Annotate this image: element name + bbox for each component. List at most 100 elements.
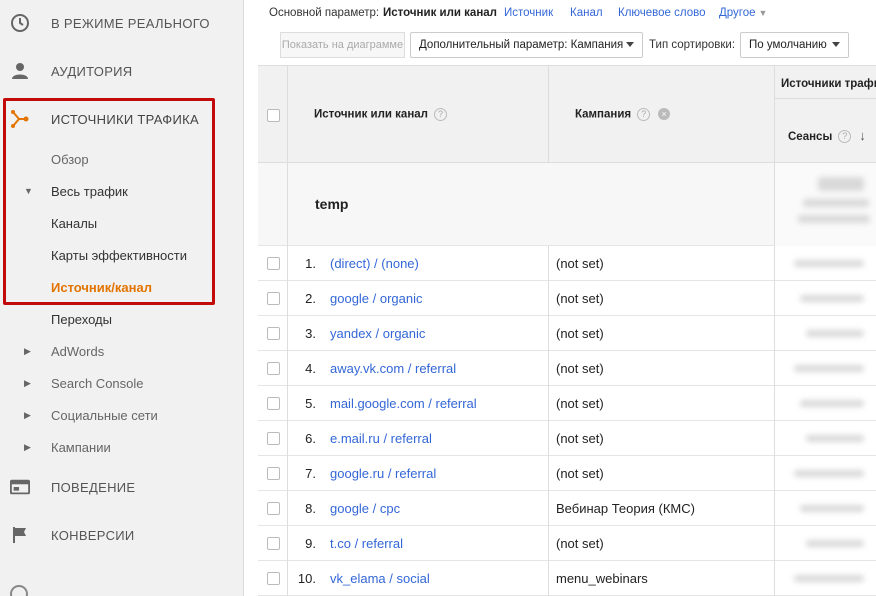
blurred-value xyxy=(806,330,864,337)
sidebar-item-search-console[interactable]: ▶ Search Console xyxy=(0,368,244,398)
table-row: 1. (direct) / (none) (not set) xyxy=(258,246,876,281)
column-header-sessions[interactable]: Сеансы? ↓ xyxy=(788,128,866,144)
source-medium-link[interactable]: mail.google.com / referral xyxy=(330,396,477,411)
row-number: 5. xyxy=(305,396,316,411)
clock-icon xyxy=(10,13,30,33)
row-checkbox[interactable] xyxy=(267,467,280,480)
select-all-checkbox[interactable] xyxy=(267,109,280,122)
nav-conversions[interactable]: КОНВЕРСИИ xyxy=(0,515,244,555)
triangle-right-icon: ▶ xyxy=(24,409,31,420)
partial-icon xyxy=(10,585,28,596)
help-icon[interactable]: ? xyxy=(637,108,651,121)
divider xyxy=(287,66,288,164)
row-checkbox[interactable] xyxy=(267,362,280,375)
help-icon[interactable]: ? xyxy=(433,108,447,121)
show-on-chart-button[interactable]: Показать на диаграмме xyxy=(280,32,405,58)
table-row: 6. e.mail.ru / referral (not set) xyxy=(258,421,876,456)
row-number: 4. xyxy=(305,361,316,376)
row-checkbox[interactable] xyxy=(267,502,280,515)
campaign-value: (not set) xyxy=(556,396,604,411)
campaign-value: Вебинар Теория (КМС) xyxy=(556,501,695,516)
sidebar-item-adwords[interactable]: ▶ AdWords xyxy=(0,336,244,366)
dimension-link-keyword[interactable]: Ключевое слово xyxy=(618,7,706,19)
triangle-right-icon: ▶ xyxy=(24,441,31,452)
sidebar-item-label: Социальные сети xyxy=(51,407,158,423)
source-medium-link[interactable]: yandex / organic xyxy=(330,326,425,341)
source-medium-link[interactable]: e.mail.ru / referral xyxy=(330,431,432,446)
nav-realtime[interactable]: В РЕЖИМЕ РЕАЛЬНОГО xyxy=(0,3,244,43)
row-number: 6. xyxy=(305,431,316,446)
divider xyxy=(548,66,549,164)
caret-down-icon xyxy=(832,42,840,47)
blurred-value xyxy=(803,199,869,207)
column-header-campaign[interactable]: Кампания? × xyxy=(575,108,671,121)
source-medium-link[interactable]: (direct) / (none) xyxy=(330,256,419,271)
column-header-source[interactable]: Источник или канал? xyxy=(314,108,447,121)
blurred-value xyxy=(806,435,864,442)
source-medium-link[interactable]: google.ru / referral xyxy=(330,466,436,481)
divider xyxy=(775,98,876,99)
column-header-campaign-label: Кампания xyxy=(575,108,632,121)
triangle-right-icon: ▶ xyxy=(24,345,31,356)
column-header-source-label: Источник или канал xyxy=(314,108,428,121)
table-row: 3. yandex / organic (not set) xyxy=(258,316,876,351)
source-medium-link[interactable]: away.vk.com / referral xyxy=(330,361,456,376)
dimension-link-source[interactable]: Источник xyxy=(504,7,553,19)
behavior-icon xyxy=(10,477,30,497)
row-number: 9. xyxy=(305,536,316,551)
table-row: 8. google / cpc Вебинар Теория (КМС) xyxy=(258,491,876,526)
source-medium-link[interactable]: t.co / referral xyxy=(330,536,403,551)
campaign-value: (not set) xyxy=(556,536,604,551)
blurred-value xyxy=(794,575,864,582)
nav-audience[interactable]: АУДИТОРИЯ xyxy=(0,51,244,91)
sidebar-item-campaigns[interactable]: ▶ Кампании xyxy=(0,432,244,462)
source-medium-link[interactable]: google / organic xyxy=(330,291,423,306)
nav-audience-label: АУДИТОРИЯ xyxy=(51,63,133,79)
table-row: 7. google.ru / referral (not set) xyxy=(258,456,876,491)
campaign-value: (not set) xyxy=(556,256,604,271)
flag-icon xyxy=(10,525,30,545)
nav-conversions-label: КОНВЕРСИИ xyxy=(51,527,135,543)
divider xyxy=(548,246,549,596)
campaign-value: (not set) xyxy=(556,361,604,376)
row-checkbox[interactable] xyxy=(267,537,280,550)
table-header: Источник или канал? Кампания? × Источники… xyxy=(258,65,876,164)
sort-type-dropdown[interactable]: По умолчанию xyxy=(740,32,849,58)
row-checkbox[interactable] xyxy=(267,292,280,305)
table-row: 4. away.vk.com / referral (not set) xyxy=(258,351,876,386)
sidebar-item-referrals[interactable]: Переходы xyxy=(0,304,244,334)
row-checkbox[interactable] xyxy=(267,432,280,445)
remove-dimension-icon[interactable]: × xyxy=(658,108,671,120)
source-medium-link[interactable]: vk_elama / social xyxy=(330,571,430,586)
nav-behavior[interactable]: ПОВЕДЕНИЕ xyxy=(0,467,244,507)
dimension-link-medium[interactable]: Канал xyxy=(570,7,603,19)
table-row: 5. mail.google.com / referral (not set) xyxy=(258,386,876,421)
campaign-value: (not set) xyxy=(556,291,604,306)
secondary-dimension-dropdown[interactable]: Дополнительный параметр: Кампания xyxy=(410,32,643,58)
sort-type-value: По умолчанию xyxy=(749,39,827,51)
table-row: 2. google / organic (not set) xyxy=(258,281,876,316)
sidebar-item-social[interactable]: ▶ Социальные сети xyxy=(0,400,244,430)
row-checkbox[interactable] xyxy=(267,257,280,270)
row-number: 3. xyxy=(305,326,316,341)
source-medium-link[interactable]: google / cpc xyxy=(330,501,400,516)
blurred-value xyxy=(818,177,864,191)
caret-down-icon: ▼ xyxy=(758,8,768,18)
sidebar-item-label: Кампании xyxy=(51,439,111,455)
person-icon xyxy=(10,61,30,81)
blurred-value xyxy=(800,400,864,407)
dimension-other-menu[interactable]: Другое ▼ xyxy=(719,7,767,19)
campaign-value: (not set) xyxy=(556,466,604,481)
highlight-box xyxy=(3,98,215,305)
row-checkbox[interactable] xyxy=(267,572,280,585)
row-checkbox[interactable] xyxy=(267,397,280,410)
row-checkbox[interactable] xyxy=(267,327,280,340)
blurred-value xyxy=(794,260,864,267)
row-number: 8. xyxy=(305,501,316,516)
sort-down-arrow-icon[interactable]: ↓ xyxy=(859,128,866,143)
data-table: Источник или канал? Кампания? × Источники… xyxy=(258,65,876,596)
column-group-traffic: Источники трафик xyxy=(781,78,876,90)
nav-behavior-label: ПОВЕДЕНИЕ xyxy=(51,479,136,495)
help-icon[interactable]: ? xyxy=(838,130,852,144)
row-number: 2. xyxy=(305,291,316,306)
